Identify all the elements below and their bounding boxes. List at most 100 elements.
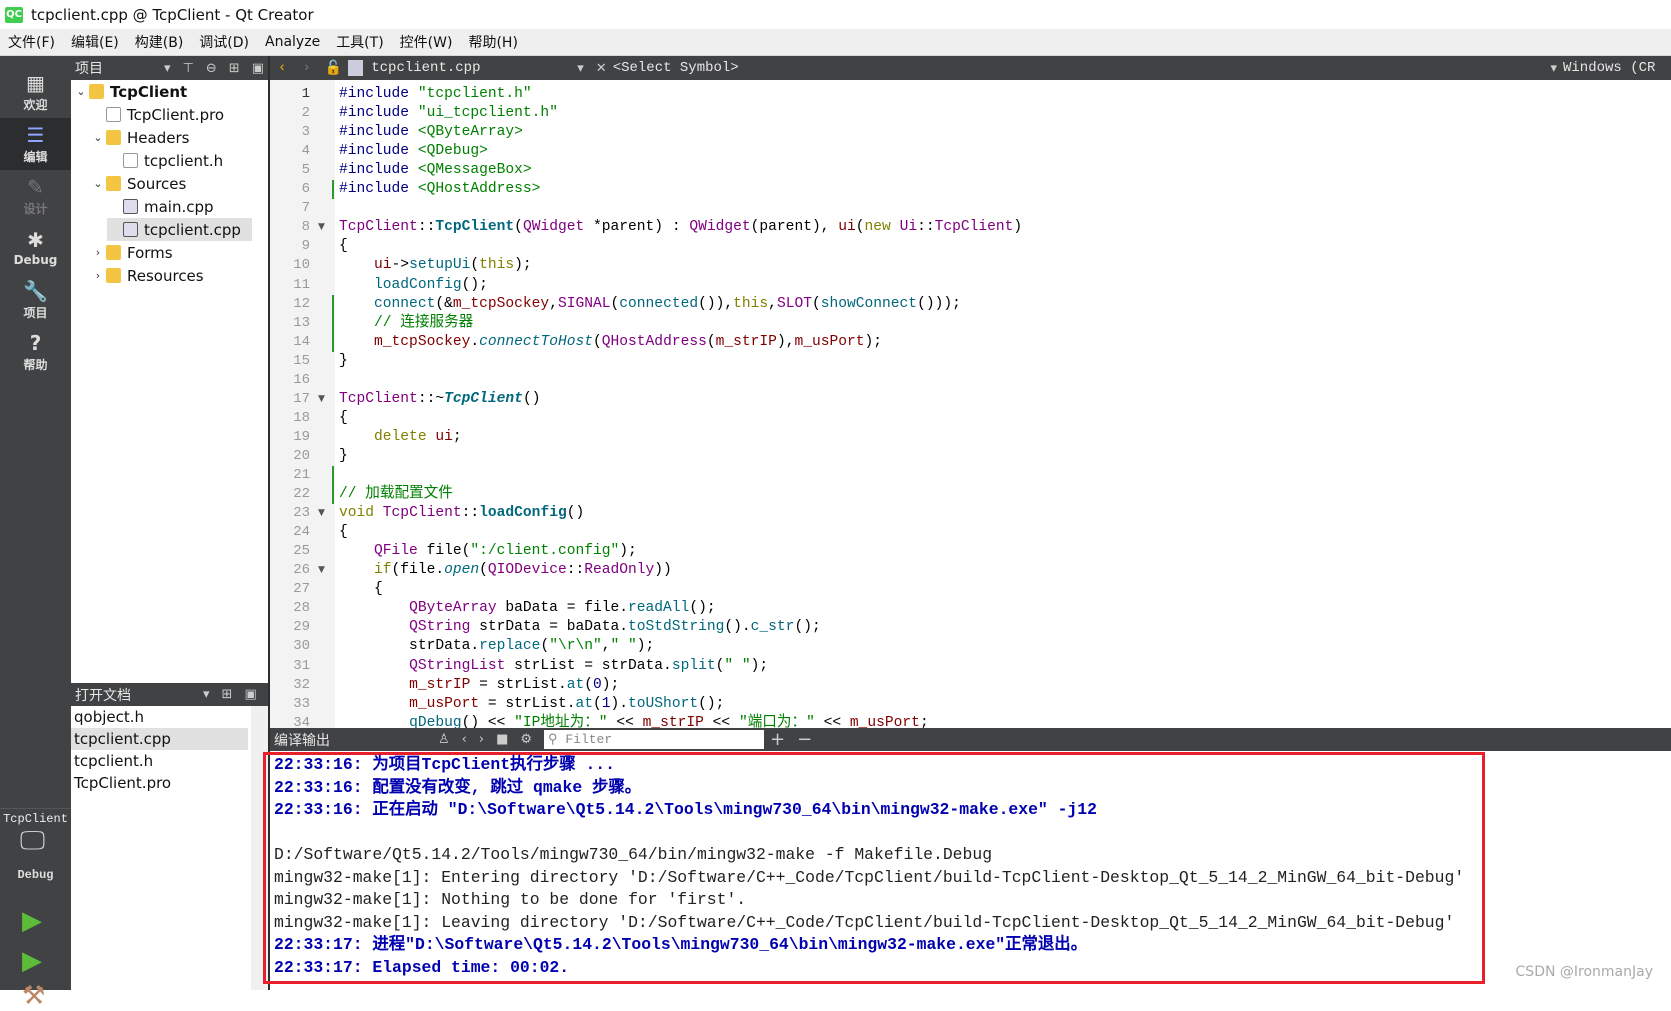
code-token: ReadOnly <box>584 562 655 579</box>
back-arrow-icon[interactable]: ‹ <box>278 60 286 76</box>
gear-icon[interactable]: ⚙ <box>520 732 532 747</box>
line-number: 26 <box>293 562 310 579</box>
fold-marker-icon[interactable]: ▼ <box>318 218 325 237</box>
project-tree-label: Resources <box>127 266 204 285</box>
output-line: D:/Software/Qt5.14.2/Tools/mingw730_64/b… <box>274 845 993 864</box>
document-selector[interactable]: tcpclient.cpp <box>371 60 571 76</box>
mode-pencil[interactable]: ✎ 设计 <box>0 170 71 222</box>
project-tree-item[interactable]: › Forms <box>90 241 173 264</box>
open-document-item[interactable]: qobject.h <box>71 706 248 728</box>
line-number: 20 <box>293 447 310 464</box>
code-token: at <box>566 676 585 693</box>
build-button-icon[interactable]: ⚒ <box>22 981 45 1011</box>
debug-run-button-icon[interactable]: ▶ <box>22 946 42 976</box>
mode-edit[interactable]: ☰ 编辑 <box>0 118 71 170</box>
code-token: (). <box>724 619 751 636</box>
close-document-icon[interactable]: ✕ <box>596 61 607 76</box>
open-document-item[interactable]: TcpClient.pro <box>71 772 248 794</box>
stop-icon[interactable]: ■ <box>496 732 508 747</box>
mode-grid[interactable]: ▦ 欢迎 <box>0 66 71 118</box>
project-tree-item[interactable]: ⌄ TcpClient <box>73 80 187 103</box>
menu-item[interactable]: 帮助(H) <box>460 32 525 52</box>
menu-item[interactable]: 构建(B) <box>127 32 192 52</box>
mode-bug[interactable]: ✱ Debug <box>0 222 71 274</box>
split-icon[interactable]: ⊞ <box>222 687 233 702</box>
output-line: 22:33:17: Elapsed time: 00:02. <box>274 957 570 977</box>
zoom-out-icon[interactable]: − <box>797 729 812 750</box>
kit-selector-monitor-icon[interactable]: 🖵 <box>20 826 45 857</box>
chevron-down-icon[interactable]: ⌄ <box>90 177 106 190</box>
code-token: at <box>575 695 593 712</box>
code-token: "IP地址为：" <box>514 714 608 728</box>
close-panel-icon[interactable]: ▣ <box>244 687 256 702</box>
dropdown-arrow-icon[interactable]: ▾ <box>203 687 210 702</box>
code-token: ()), <box>698 295 734 312</box>
zoom-in-icon[interactable]: + <box>770 729 785 750</box>
menu-item[interactable]: Analyze <box>257 34 328 50</box>
code-token: loadConfig <box>374 276 462 293</box>
code-token: { <box>339 524 348 541</box>
code-editor[interactable]: #include "tcpclient.h" #include "ui_tcpcl… <box>335 80 1671 728</box>
code-token: () <box>522 390 541 407</box>
menu-item[interactable]: 文件(F) <box>0 32 63 52</box>
file-icon <box>123 153 138 168</box>
prev-icon[interactable]: ‹ <box>462 732 467 747</box>
code-line: QFile file(":/client.config"); <box>335 542 637 561</box>
chevron-down-icon[interactable]: ⌄ <box>90 131 106 144</box>
code-token: -> <box>391 257 410 274</box>
run-button-icon[interactable]: ▶ <box>22 906 42 936</box>
dropdown-arrow-icon[interactable]: ▾ <box>164 61 171 76</box>
code-line: } <box>335 352 348 371</box>
output-filter-input[interactable]: ⚲ Filter <box>544 730 765 749</box>
fold-marker-icon[interactable]: ▼ <box>318 390 325 409</box>
code-token: TcpClient <box>339 219 418 236</box>
code-token: SLOT <box>776 295 812 312</box>
project-tree-item[interactable]: main.cpp <box>107 195 214 218</box>
menu-item[interactable]: 编辑(E) <box>63 32 127 52</box>
dropdown-arrow-icon[interactable]: ▾ <box>577 61 584 76</box>
mode-help[interactable]: ? 帮助 <box>0 326 71 378</box>
open-document-item[interactable]: tcpclient.cpp <box>71 728 248 750</box>
menu-item[interactable]: 控件(W) <box>392 32 461 52</box>
mode-wrench[interactable]: 🔧 项目 <box>0 274 71 326</box>
project-tree-item[interactable]: ⌄ Headers <box>90 126 189 149</box>
code-token: ( <box>593 333 602 350</box>
editor-toolbar: ‹ › 🔓 tcpclient.cpp ▾ ✕ <Select Symbol> … <box>270 56 1671 80</box>
close-panel-icon[interactable]: ▣ <box>252 61 264 76</box>
menu-item[interactable]: 工具(T) <box>328 32 391 52</box>
split-icon[interactable]: ⊞ <box>229 61 240 76</box>
code-token: #include <box>339 105 410 122</box>
symbol-selector[interactable]: <Select Symbol> <box>613 60 1545 76</box>
code-line: void TcpClient::loadConfig() <box>335 504 584 523</box>
fold-marker-icon[interactable]: ▼ <box>318 561 325 580</box>
dropdown-arrow-icon[interactable]: ▾ <box>1550 61 1557 76</box>
project-tree-label: TcpClient <box>110 82 188 101</box>
code-token: TcpClient <box>934 219 1014 236</box>
code-line: TcpClient::~TcpClient() <box>335 390 540 409</box>
link-icon[interactable]: ⊖ <box>206 61 217 76</box>
project-tree-item[interactable]: TcpClient.pro <box>90 103 224 126</box>
chevron-down-icon[interactable]: ⌄ <box>73 85 89 98</box>
filter-icon[interactable]: ⊤ <box>183 61 194 76</box>
next-icon[interactable]: › <box>479 732 484 747</box>
chevron-right-icon[interactable]: › <box>90 246 106 259</box>
project-tree-item[interactable]: › Resources <box>90 264 204 287</box>
line-ending-selector[interactable]: Windows (CR <box>1563 60 1671 76</box>
project-tree-item[interactable]: tcpclient.h <box>107 149 223 172</box>
forward-arrow-icon[interactable]: › <box>302 60 310 76</box>
fold-marker-icon[interactable]: ▼ <box>318 504 325 523</box>
project-tree-item[interactable]: ⌄ Sources <box>90 172 186 195</box>
project-tree-label: tcpclient.h <box>144 151 224 170</box>
project-tree-item[interactable]: tcpclient.cpp <box>107 218 252 241</box>
code-token: ; <box>452 428 462 445</box>
chevron-right-icon[interactable]: › <box>90 269 106 282</box>
open-document-item[interactable]: tcpclient.h <box>71 750 248 772</box>
menu-item[interactable]: 调试(D) <box>191 32 257 52</box>
clean-icon[interactable]: ♙ <box>438 732 450 747</box>
project-view-selector[interactable]: 项目 <box>75 58 158 78</box>
